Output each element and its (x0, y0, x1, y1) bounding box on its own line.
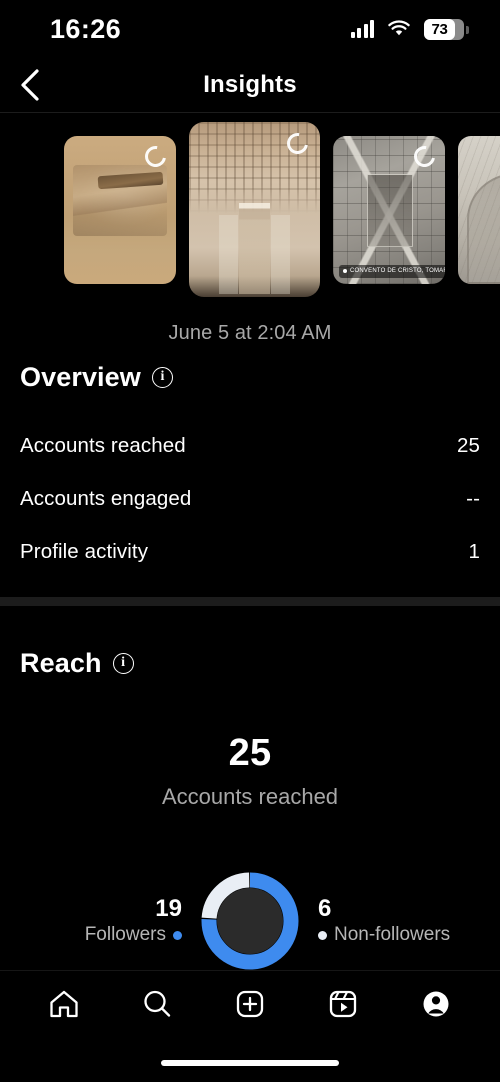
profile-avatar-icon (423, 991, 449, 1016)
tab-create[interactable] (221, 979, 279, 1029)
location-tag-label: CONVENTO DE CRISTO, TOMAR (350, 268, 445, 274)
legend-non-followers-label-row: Non-followers (318, 923, 474, 948)
post-date: June 5 at 2:04 AM (168, 322, 332, 344)
tab-reels[interactable] (314, 979, 372, 1029)
legend-non-followers-label: Non-followers (334, 923, 451, 945)
media-carousel[interactable]: CONVENTO DE CRISTO, TOMAR (0, 117, 500, 302)
section-divider (0, 597, 500, 606)
legend-non-followers: 6 Non-followers (302, 895, 474, 948)
stat-label: Accounts reached (20, 433, 186, 457)
wifi-icon (387, 20, 411, 38)
home-icon (50, 990, 79, 1017)
info-icon[interactable]: i (112, 653, 134, 674)
status-indicators: 73 (350, 18, 469, 40)
thumbnail-image (458, 135, 500, 284)
back-button[interactable] (0, 58, 60, 112)
legend-non-followers-dot (318, 930, 327, 940)
plus-square-icon (236, 990, 264, 1017)
battery-icon: 73 (424, 18, 469, 40)
reels-icon (329, 990, 356, 1017)
reach-breakdown-chart: 19 Followers 6 Non-followers (0, 862, 500, 980)
search-icon (144, 990, 171, 1017)
tab-search[interactable] (128, 979, 186, 1029)
stat-row-accounts-engaged: Accounts engaged -- (20, 472, 480, 525)
legend-followers-dot (173, 930, 182, 940)
location-pin-icon (343, 269, 347, 273)
insights-screen: 16:26 73 Insights CONVENTO DE CRISTO, TO… (0, 0, 500, 1082)
stat-label: Profile activity (20, 539, 149, 563)
carousel-thumbnail-active[interactable] (189, 122, 320, 297)
stat-row-profile-activity: Profile activity 1 (20, 525, 480, 578)
legend-non-followers-value: 6 (318, 894, 332, 922)
legend-followers: 19 Followers (26, 895, 198, 948)
reach-total-value: 25 (228, 732, 272, 774)
header-divider (0, 112, 500, 113)
page-title: Insights (203, 71, 297, 98)
battery-percent: 73 (431, 20, 448, 38)
donut-center-hole (217, 888, 283, 954)
stat-value: 1 (468, 539, 480, 563)
legend-followers-label: Followers (84, 923, 166, 945)
donut-chart (198, 869, 302, 973)
home-indicator (161, 1060, 339, 1066)
info-icon[interactable]: i (151, 367, 173, 388)
tab-profile[interactable] (407, 979, 465, 1029)
status-bar: 16:26 73 (0, 0, 500, 58)
chevron-left-icon (21, 69, 39, 101)
tab-home[interactable] (35, 979, 93, 1029)
location-tag: CONVENTO DE CRISTO, TOMAR (339, 264, 445, 278)
stat-label: Accounts engaged (20, 486, 192, 510)
legend-followers-label-row: Followers (26, 923, 182, 948)
reach-header: Reach i (20, 648, 480, 679)
tab-bar (0, 971, 500, 1036)
reach-total-label: Accounts reached (161, 784, 339, 809)
overview-section: Overview i Accounts reached 25 Accounts … (20, 362, 480, 578)
reach-section: Reach i 25 Accounts reached (20, 648, 480, 810)
reach-title: Reach (20, 648, 102, 678)
carousel-thumbnail[interactable] (458, 135, 500, 284)
nav-bar: Insights (0, 58, 500, 112)
overview-title: Overview (20, 362, 141, 392)
overview-header: Overview i (20, 362, 480, 393)
stat-row-accounts-reached: Accounts reached 25 (20, 419, 480, 472)
status-time: 16:26 (50, 13, 122, 44)
stat-value: 25 (456, 433, 480, 457)
cellular-signal-icon (350, 20, 374, 38)
legend-followers-value: 19 (155, 894, 182, 922)
stat-value: -- (466, 486, 480, 510)
carousel-thumbnail[interactable]: CONVENTO DE CRISTO, TOMAR (333, 135, 445, 284)
carousel-thumbnail[interactable] (64, 135, 176, 284)
